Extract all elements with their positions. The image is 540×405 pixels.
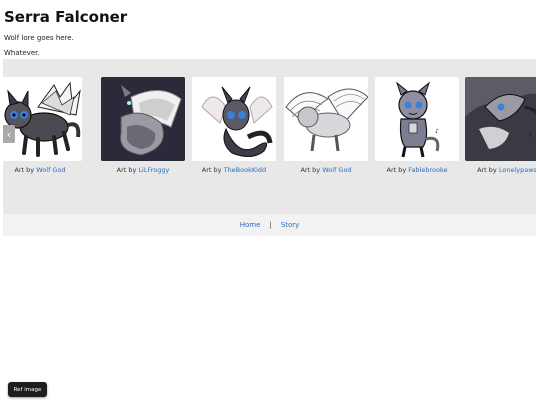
carousel-slide[interactable]: ♪ Art by Fablebrooke — [375, 77, 459, 174]
chevron-right-icon[interactable]: › — [524, 125, 536, 143]
artist-link[interactable]: Wolf God — [322, 166, 351, 174]
page-title: Serra Falconer — [4, 8, 128, 26]
footer-nav: Home | Story — [3, 214, 536, 236]
artwork-image[interactable] — [284, 77, 368, 161]
artist-credit: Art by LiLFroggy — [116, 166, 170, 174]
artist-credit: Art by Wolf God — [14, 166, 66, 174]
svg-text:♪: ♪ — [435, 128, 439, 135]
artwork-image[interactable]: ♪ — [375, 77, 459, 161]
art-carousel: Art by Wolf God Art by LiLFroggy Art by … — [3, 59, 536, 214]
artwork-image[interactable] — [101, 77, 185, 161]
carousel-slide[interactable]: Art by Wolf God — [284, 77, 368, 174]
artist-credit: Art by Wolf God — [300, 166, 352, 174]
footer-separator: | — [269, 221, 272, 229]
lore-text-secondary: Whatever. — [4, 49, 40, 57]
artist-link[interactable]: LiLFroggy — [138, 166, 169, 174]
lore-text: Wolf lore goes here. — [4, 34, 74, 42]
carousel-slide[interactable]: Art by LiLFroggy — [101, 77, 185, 174]
artist-link[interactable]: TheBookKidd — [224, 166, 267, 174]
artist-credit: Art by Lonelypaws — [477, 166, 536, 174]
home-link[interactable]: Home — [240, 221, 261, 229]
artwork-image[interactable] — [3, 77, 82, 161]
artist-link[interactable]: Fablebrooke — [408, 166, 447, 174]
story-link[interactable]: Story — [281, 221, 300, 229]
artist-credit: Art by TheBookKidd — [201, 166, 267, 174]
carousel-slide[interactable]: Art by TheBookKidd — [192, 77, 276, 174]
chevron-left-icon[interactable]: ‹ — [3, 125, 15, 143]
artwork-image[interactable] — [192, 77, 276, 161]
artist-link[interactable]: Lonelypaws — [499, 166, 536, 174]
ref-image-button[interactable]: Ref image — [8, 382, 47, 397]
artist-link[interactable]: Wolf God — [36, 166, 65, 174]
artist-credit: Art by Fablebrooke — [386, 166, 448, 174]
artwork-image[interactable] — [465, 77, 536, 161]
